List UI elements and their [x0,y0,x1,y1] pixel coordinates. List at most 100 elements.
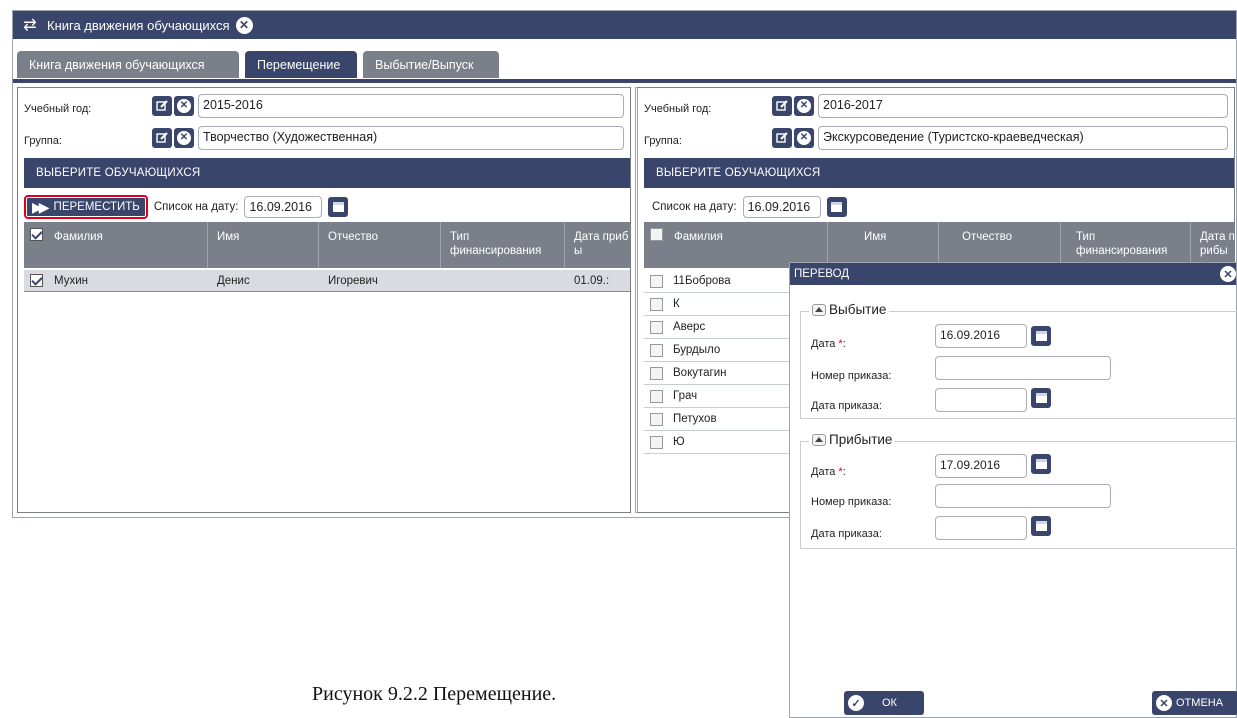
student-surname: Грач [673,390,698,402]
col-funding[interactable]: Тип финансирования [450,230,560,258]
calendar-icon[interactable] [826,197,847,217]
window-title: Книга движения обучающихся [47,17,230,33]
tab-move[interactable]: Перемещение [245,51,357,78]
student-surname: К [673,298,680,310]
row-checkbox[interactable] [650,412,663,426]
col-arrival-date[interactable]: Дата прибы [1200,230,1237,258]
list-item[interactable]: Аверс [644,316,792,339]
arrival-order-date-label: Дата приказа: [811,528,882,540]
dialog-header: ПЕРЕВОД ✕ [790,263,1236,285]
close-tab-icon[interactable]: ✕ [235,16,253,34]
student-surname: 11Боброва [673,275,731,287]
row-checkbox[interactable] [650,297,663,311]
row-checkbox[interactable] [650,320,663,334]
cancel-button[interactable]: ✕ ОТМЕНА [1152,691,1237,715]
departure-fieldset: Выбытие Дата *: 16.09.2016 Номер приказа… [800,302,1237,419]
row-checkbox[interactable] [650,343,663,357]
student-surname: Петухов [673,413,717,425]
row-checkbox[interactable] [650,366,663,380]
select-all-checkbox[interactable] [650,228,663,241]
tab-book[interactable]: Книга движения обучающихся [17,51,239,78]
right-group-label: Группа: [644,135,682,147]
left-toolbar: ▶▶ ПЕРЕМЕСТИТЬ Список на дату: 16.09.201… [24,194,630,220]
left-group-field[interactable]: Творчество (Художественная) [198,126,624,150]
left-panel: Учебный год: ✕ 2015-2016 Группа: ✕ Творч… [17,87,631,513]
clear-icon[interactable]: ✕ [174,96,194,116]
student-surname: Бурдыло [673,344,721,356]
clear-icon[interactable]: ✕ [174,128,194,148]
row-checkbox[interactable] [650,389,663,403]
list-item[interactable]: Бурдыло [644,339,792,362]
cell-patronymic: Игоревич [328,274,378,287]
departure-order-date-field[interactable] [935,388,1027,412]
close-icon[interactable]: ✕ [1220,266,1236,282]
clear-icon[interactable]: ✕ [794,96,814,116]
right-year-row: Учебный год: ✕ 2016-2017 [644,94,1228,118]
arrival-order-num-field[interactable] [935,484,1111,508]
student-surname: Ю [673,436,685,448]
move-button[interactable]: ▶▶ ПЕРЕМЕСТИТЬ [24,195,148,219]
row-checkbox[interactable] [30,274,43,287]
left-date-label: Список на дату: [153,201,239,213]
col-name[interactable]: Имя [217,230,239,244]
select-all-checkbox[interactable] [30,228,43,241]
arrival-date-label: Дата *: [811,466,846,478]
col-funding[interactable]: Тип финансирования [1076,230,1186,258]
edit-icon[interactable] [152,128,172,148]
figure-caption: Рисунок 9.2.2 Перемещение. [312,683,557,705]
edit-icon[interactable] [772,128,792,148]
left-year-label: Учебный год: [24,103,92,115]
list-item[interactable]: К [644,293,792,316]
calendar-icon[interactable] [1031,516,1051,536]
list-item[interactable]: Петухов [644,408,792,431]
edit-icon[interactable] [772,96,792,116]
left-year-field[interactable]: 2015-2016 [198,94,624,118]
edit-icon[interactable] [152,96,172,116]
calendar-icon[interactable] [328,197,349,217]
row-checkbox[interactable] [650,435,663,449]
departure-order-num-label: Номер приказа: [811,370,892,382]
ok-button[interactable]: ✓ ОК [844,691,924,715]
calendar-icon[interactable] [1031,388,1051,408]
departure-date-field[interactable]: 16.09.2016 [935,324,1027,348]
clear-icon[interactable]: ✕ [794,128,814,148]
col-patronymic[interactable]: Отчество [328,230,378,244]
right-toolbar: Список на дату: 16.09.2016 [652,194,1234,220]
arrival-order-date-field[interactable] [935,516,1027,540]
list-item[interactable]: 11Боброва [644,270,792,293]
list-item[interactable]: Вокутагин [644,362,792,385]
cell-surname: Мухин [54,274,88,287]
list-item[interactable]: Грач [644,385,792,408]
collapse-icon[interactable] [812,433,826,446]
cell-date: 01.09.: [574,274,610,287]
col-surname[interactable]: Фамилия [54,230,103,244]
departure-order-num-field[interactable] [935,356,1111,380]
col-name[interactable]: Имя [864,230,886,244]
arrival-date-field[interactable]: 17.09.2016 [935,454,1027,478]
departure-legend: Выбытие [809,302,890,317]
collapse-icon[interactable] [812,303,826,316]
col-arrival-date[interactable]: Дата прибы [574,230,630,258]
left-select-header: ВЫБЕРИТЕ ОБУЧАЮЩИХСЯ [24,158,630,188]
left-year-row: Учебный год: ✕ 2015-2016 [24,94,624,118]
list-item[interactable]: Ю [644,431,792,454]
cell-name: Денис [217,274,250,287]
table-row[interactable]: Мухин Денис Игоревич 01.09.: [24,270,630,292]
row-checkbox[interactable] [650,274,663,288]
right-select-header: ВЫБЕРИТЕ ОБУЧАЮЩИХСЯ [644,158,1234,188]
right-date-field[interactable]: 16.09.2016 [742,196,821,218]
col-surname[interactable]: Фамилия [674,230,723,244]
arrival-fieldset: Прибытие Дата *: 17.09.2016 Номер приказ… [800,432,1237,549]
left-date-field[interactable]: 16.09.2016 [244,196,323,218]
calendar-icon[interactable] [1031,326,1051,346]
tab-bar: Книга движения обучающихся Перемещение В… [13,39,1236,83]
col-patronymic[interactable]: Отчество [962,230,1012,244]
tab-dropout[interactable]: Выбытие/Выпуск [363,51,499,78]
check-icon: ✓ [848,695,864,711]
move-button-label: ПЕРЕМЕСТИТЬ [53,201,140,213]
right-group-row: Группа: ✕ Экскурсоведение (Туристско-кра… [644,126,1228,150]
right-group-field[interactable]: Экскурсоведение (Туристско-краеведческая… [818,126,1228,150]
right-year-field[interactable]: 2016-2017 [818,94,1228,118]
calendar-icon[interactable] [1031,454,1051,474]
right-date-label: Список на дату: [652,201,737,213]
